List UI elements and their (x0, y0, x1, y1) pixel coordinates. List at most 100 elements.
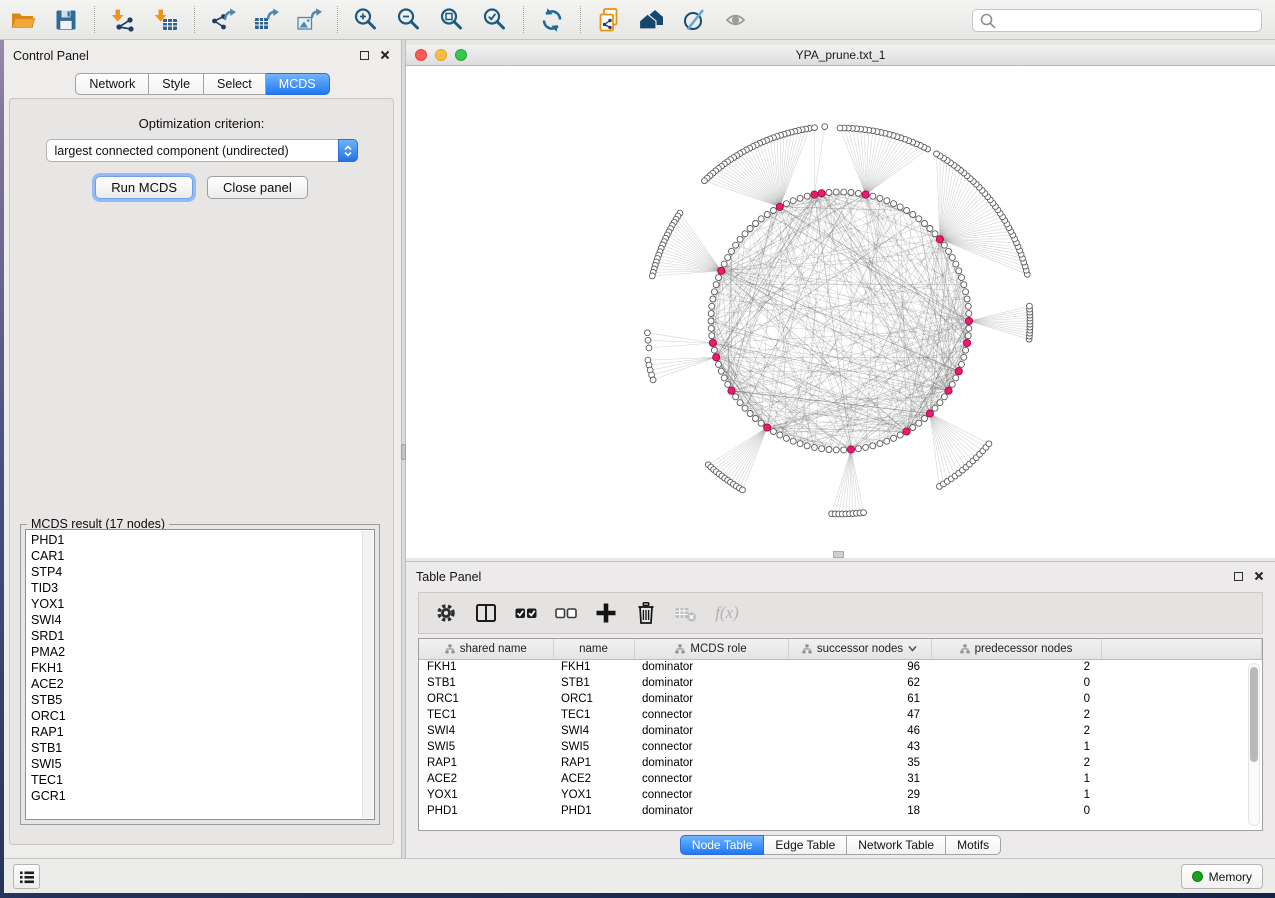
graph-node-dominator[interactable] (728, 387, 735, 394)
mcds-result-item[interactable]: ORC1 (26, 708, 374, 724)
table-cell[interactable]: 29 (788, 787, 931, 803)
graph-node[interactable] (649, 273, 655, 279)
graph-node[interactable] (963, 347, 969, 353)
table-cell[interactable]: 1 (931, 739, 1101, 755)
maximize-window-button[interactable] (455, 49, 467, 61)
graph-node[interactable] (937, 400, 943, 406)
graph-node[interactable] (963, 289, 969, 295)
graph-node[interactable] (822, 124, 828, 130)
export-network-button[interactable] (208, 5, 238, 35)
graph-node[interactable] (941, 394, 947, 400)
table-scrollbar-thumb[interactable] (1250, 667, 1258, 762)
graph-node[interactable] (932, 231, 938, 237)
table-cell[interactable]: dominator (634, 723, 788, 739)
graph-node[interactable] (742, 405, 748, 411)
float-panel-icon[interactable] (360, 51, 369, 60)
graph-node[interactable] (740, 487, 746, 493)
mcds-result-item[interactable]: SWI4 (26, 612, 374, 628)
graph-node[interactable] (758, 216, 764, 222)
mcds-result-item[interactable]: STB1 (26, 740, 374, 756)
graph-node[interactable] (946, 248, 952, 254)
graph-node[interactable] (721, 375, 727, 381)
network-canvas[interactable] (406, 66, 1275, 558)
table-cell[interactable]: ORC1 (419, 691, 553, 707)
graph-node[interactable] (910, 212, 916, 218)
mcds-result-item[interactable]: ACE2 (26, 676, 374, 692)
table-cell[interactable]: FKH1 (419, 659, 553, 675)
graph-node[interactable] (753, 221, 759, 227)
graph-node[interactable] (729, 248, 735, 254)
graph-node[interactable] (961, 282, 967, 288)
column-header-name[interactable]: name (553, 639, 634, 659)
tab-edge-table[interactable]: Edge Table (764, 835, 847, 855)
table-cell[interactable]: 46 (788, 723, 931, 739)
graph-node[interactable] (833, 447, 839, 453)
graph-node[interactable] (790, 198, 796, 204)
column-header-predecessor-nodes[interactable]: predecessor nodes (931, 639, 1101, 659)
graph-node[interactable] (770, 429, 776, 435)
table-cell[interactable]: 0 (931, 691, 1101, 707)
run-mcds-button[interactable]: Run MCDS (95, 176, 193, 199)
table-cell[interactable]: ACE2 (419, 771, 553, 787)
refresh-layout-button[interactable] (537, 5, 567, 35)
import-table-button[interactable] (151, 5, 181, 35)
graph-node-dominator[interactable] (811, 191, 818, 198)
close-panel-button[interactable]: Close panel (207, 176, 308, 199)
graph-node[interactable] (966, 325, 972, 331)
table-row[interactable]: FKH1FKH1dominator962 (419, 659, 1262, 675)
table-scrollbar[interactable] (1248, 663, 1260, 826)
graph-node[interactable] (959, 361, 965, 367)
graph-node-dominator[interactable] (926, 410, 933, 417)
table-cell[interactable]: TEC1 (553, 707, 634, 723)
graph-node[interactable] (733, 242, 739, 248)
minimize-window-button[interactable] (435, 49, 447, 61)
table-cell[interactable]: connector (634, 771, 788, 787)
graph-node[interactable] (790, 438, 796, 444)
splitter-handle[interactable] (401, 444, 406, 460)
graph-node[interactable] (897, 204, 903, 210)
table-cell[interactable]: 61 (788, 691, 931, 707)
search-input[interactable] (997, 10, 1261, 31)
table-row[interactable]: STB1STB1dominator620 (419, 675, 1262, 691)
table-row[interactable]: YOX1YOX1connector291 (419, 787, 1262, 803)
graph-node[interactable] (841, 189, 847, 195)
table-cell[interactable]: YOX1 (419, 787, 553, 803)
mcds-result-item[interactable]: TEC1 (26, 772, 374, 788)
graph-node[interactable] (650, 377, 656, 383)
graph-node-dominator[interactable] (955, 368, 962, 375)
table-cell[interactable]: PHD1 (419, 803, 553, 819)
graph-node-dominator[interactable] (709, 339, 716, 346)
graph-node[interactable] (711, 347, 717, 353)
graph-node[interactable] (708, 325, 714, 331)
graph-node[interactable] (877, 195, 883, 201)
graph-node[interactable] (833, 189, 839, 195)
table-cell[interactable]: ORC1 (553, 691, 634, 707)
graph-node[interactable] (966, 311, 972, 317)
graph-node[interactable] (916, 216, 922, 222)
deselect-all-button[interactable] (551, 598, 581, 628)
graph-node-dominator[interactable] (818, 190, 825, 197)
graph-node-dominator[interactable] (764, 424, 771, 431)
tab-network[interactable]: Network (75, 73, 149, 95)
table-row[interactable]: ACE2ACE2connector311 (419, 771, 1262, 787)
horizontal-splitter-handle[interactable] (833, 551, 844, 558)
search-box[interactable] (972, 9, 1262, 32)
zoom-out-button[interactable] (394, 5, 424, 35)
column-header-mcds-role[interactable]: MCDS role (634, 639, 788, 659)
graph-node-dominator[interactable] (903, 428, 910, 435)
graph-node-dominator[interactable] (847, 446, 854, 453)
close-panel-icon[interactable] (1254, 571, 1264, 581)
table-cell[interactable]: dominator (634, 675, 788, 691)
graph-node[interactable] (713, 282, 719, 288)
graph-node[interactable] (645, 337, 651, 343)
table-cell[interactable]: SWI5 (553, 739, 634, 755)
graph-node[interactable] (922, 416, 928, 422)
graph-node[interactable] (777, 432, 783, 438)
graph-node[interactable] (861, 510, 867, 516)
table-cell[interactable]: YOX1 (553, 787, 634, 803)
table-cell[interactable]: SWI4 (419, 723, 553, 739)
graph-node[interactable] (725, 381, 731, 387)
graph-node[interactable] (708, 318, 714, 324)
graph-node-dominator[interactable] (862, 191, 869, 198)
open-button[interactable] (8, 5, 38, 35)
